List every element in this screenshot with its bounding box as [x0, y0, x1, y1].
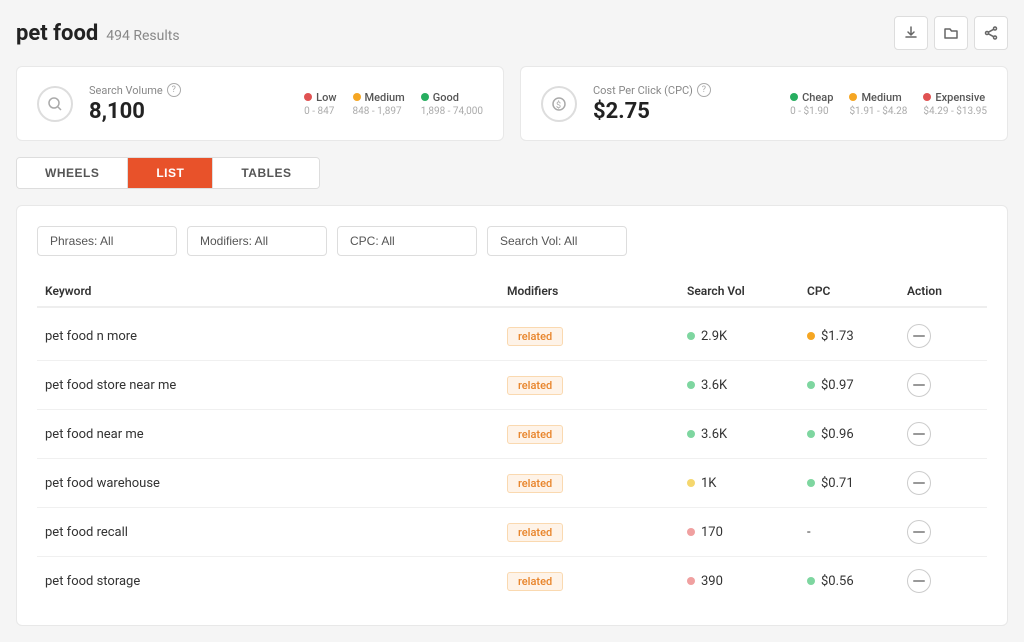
cpc-icon: $ [541, 86, 577, 122]
table-row: pet food storage related 390 $0.56 [37, 557, 987, 605]
search-volume-value: 8,100 [89, 99, 288, 124]
modifier-cell: related [507, 474, 687, 493]
cpc-help[interactable]: ? [697, 83, 711, 97]
filters-row [37, 226, 987, 256]
cpc-cell: $1.73 [807, 329, 907, 344]
cpc-card: $ Cost Per Click (CPC) ? $2.75 Cheap 0 -… [520, 66, 1008, 141]
remove-button[interactable] [907, 569, 931, 593]
remove-button[interactable] [907, 324, 931, 348]
table-body: pet food n more related 2.9K $1.73 pet f… [37, 312, 987, 605]
searchvol-filter[interactable] [487, 226, 627, 256]
legend-cpc-medium: Medium $1.91 - $4.28 [849, 91, 907, 117]
search-vol-cell: 2.9K [687, 329, 807, 344]
legend-cheap: Cheap 0 - $1.90 [790, 91, 833, 117]
search-volume-help[interactable]: ? [167, 83, 181, 97]
legend-good: Good 1,898 - 74,000 [421, 91, 483, 117]
tabs-section: WHEELS LIST TABLES [16, 157, 1008, 189]
table-row: pet food n more related 2.9K $1.73 [37, 312, 987, 361]
folder-button[interactable] [934, 16, 968, 50]
table-row: pet food near me related 3.6K $0.96 [37, 410, 987, 459]
modifiers-filter[interactable] [187, 226, 327, 256]
action-cell [907, 569, 987, 593]
modifier-badge: related [507, 425, 563, 444]
svg-text:$: $ [556, 100, 561, 111]
keyword-cell: pet food n more [37, 329, 507, 344]
col-action: Action [907, 284, 987, 298]
modifier-badge: related [507, 327, 563, 346]
tab-list[interactable]: LIST [128, 158, 213, 188]
keyword-cell: pet food warehouse [37, 476, 507, 491]
header-actions [894, 16, 1008, 50]
keyword-cell: pet food near me [37, 427, 507, 442]
modifier-badge: related [507, 523, 563, 542]
legend-medium: Medium 848 - 1,897 [353, 91, 405, 117]
cpc-cell: $0.97 [807, 378, 907, 393]
keyword-cell: pet food recall [37, 525, 507, 540]
results-count: 494 Results [106, 28, 179, 44]
page-title: pet food [16, 21, 98, 46]
cpc-main: Cost Per Click (CPC) ? $2.75 [593, 83, 774, 124]
phrases-filter[interactable] [37, 226, 177, 256]
search-volume-label: Search Volume ? [89, 83, 288, 97]
legend-expensive: Expensive $4.29 - $13.95 [923, 91, 987, 117]
modifier-cell: related [507, 523, 687, 542]
cpc-cell: $0.71 [807, 476, 907, 491]
remove-button[interactable] [907, 422, 931, 446]
search-vol-cell: 3.6K [687, 378, 807, 393]
header-title: pet food 494 Results [16, 21, 180, 46]
search-volume-icon [37, 86, 73, 122]
tab-tables[interactable]: TABLES [213, 158, 319, 188]
cpc-legend: Cheap 0 - $1.90 Medium $1.91 - $4.28 Exp… [790, 91, 987, 117]
modifier-cell: related [507, 572, 687, 591]
search-volume-card: Search Volume ? 8,100 Low 0 - 847 Medium… [16, 66, 504, 141]
main-content: Keyword Modifiers Search Vol CPC Action … [16, 205, 1008, 626]
modifier-cell: related [507, 376, 687, 395]
search-vol-cell: 1K [687, 476, 807, 491]
keywords-table: Keyword Modifiers Search Vol CPC Action … [37, 276, 987, 605]
search-volume-main: Search Volume ? 8,100 [89, 83, 288, 124]
modifier-cell: related [507, 327, 687, 346]
modifier-badge: related [507, 572, 563, 591]
keyword-cell: pet food store near me [37, 378, 507, 393]
modifier-badge: related [507, 474, 563, 493]
remove-button[interactable] [907, 373, 931, 397]
cpc-cell: $0.56 [807, 574, 907, 589]
table-row: pet food recall related 170 - [37, 508, 987, 557]
action-cell [907, 520, 987, 544]
header: pet food 494 Results [16, 16, 1008, 50]
cpc-label: Cost Per Click (CPC) ? [593, 83, 774, 97]
keyword-cell: pet food storage [37, 574, 507, 589]
table-header: Keyword Modifiers Search Vol CPC Action [37, 276, 987, 308]
col-cpc: CPC [807, 284, 907, 298]
cpc-cell: - [807, 525, 907, 540]
stat-cards: Search Volume ? 8,100 Low 0 - 847 Medium… [16, 66, 1008, 141]
table-row: pet food warehouse related 1K $0.71 [37, 459, 987, 508]
modifier-badge: related [507, 376, 563, 395]
share-button[interactable] [974, 16, 1008, 50]
search-volume-legend: Low 0 - 847 Medium 848 - 1,897 Good 1,89… [304, 91, 483, 117]
tabs: WHEELS LIST TABLES [16, 157, 320, 189]
action-cell [907, 471, 987, 495]
remove-button[interactable] [907, 520, 931, 544]
page-wrapper: pet food 494 Results [0, 0, 1024, 642]
legend-low: Low 0 - 847 [304, 91, 336, 117]
remove-button[interactable] [907, 471, 931, 495]
cpc-cell: $0.96 [807, 427, 907, 442]
cpc-filter[interactable] [337, 226, 477, 256]
col-modifiers: Modifiers [507, 284, 687, 298]
action-cell [907, 422, 987, 446]
search-vol-cell: 3.6K [687, 427, 807, 442]
search-vol-cell: 390 [687, 574, 807, 589]
modifier-cell: related [507, 425, 687, 444]
download-button[interactable] [894, 16, 928, 50]
col-searchvol: Search Vol [687, 284, 807, 298]
cpc-value: $2.75 [593, 99, 774, 124]
action-cell [907, 373, 987, 397]
table-row: pet food store near me related 3.6K $0.9… [37, 361, 987, 410]
tab-wheels[interactable]: WHEELS [17, 158, 128, 188]
col-keyword: Keyword [37, 284, 507, 298]
search-vol-cell: 170 [687, 525, 807, 540]
action-cell [907, 324, 987, 348]
